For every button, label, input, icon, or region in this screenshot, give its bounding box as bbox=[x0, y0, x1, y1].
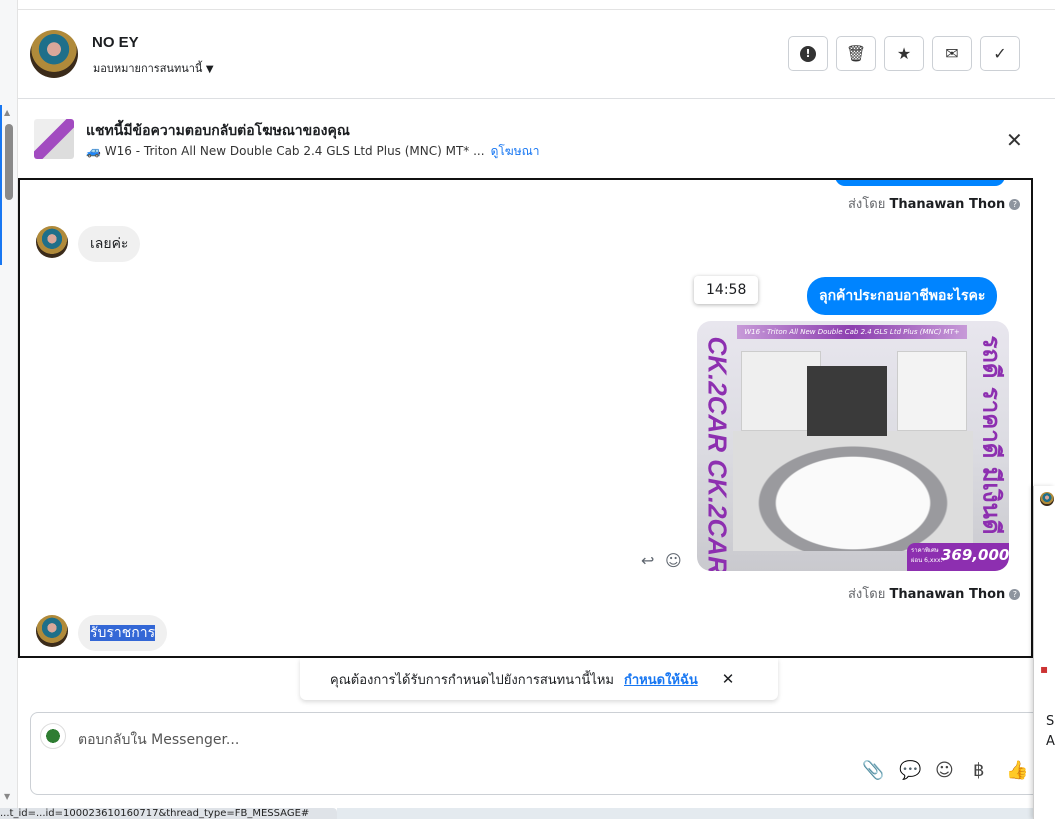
assign-dropdown[interactable]: มอบหมายการสนทนานี้ ▼ bbox=[93, 59, 214, 77]
emoji-icon[interactable]: ☺ bbox=[935, 760, 954, 781]
check-icon: ✓ bbox=[993, 44, 1007, 63]
avatar bbox=[36, 615, 68, 647]
sent-by: ส่งโดย Thanawan Thon ? bbox=[848, 583, 1021, 604]
reply-composer[interactable] bbox=[30, 712, 1040, 795]
car-photo bbox=[897, 351, 967, 431]
ad-thumbnail[interactable] bbox=[34, 119, 74, 159]
app-icon: ▪ bbox=[1040, 662, 1049, 676]
price-tag: ราคาพิเศษ ผ่อน 6,xxx.- 369,000.- bbox=[907, 543, 1009, 571]
image-slogan: รถดี ราคาดี มีเงินดี bbox=[977, 335, 1006, 535]
message-bubble-out bbox=[835, 180, 1005, 186]
image-brand: CK.2CAR CK.2CAR bbox=[702, 336, 733, 572]
page-avatar bbox=[40, 723, 66, 749]
trash-icon: 🗑 bbox=[845, 44, 867, 63]
ad-name: W16 - Triton All New Double Cab 2.4 GLS … bbox=[104, 144, 485, 158]
message-bubble-in: เลยค่ะ bbox=[78, 226, 141, 262]
truncated-text: S bbox=[1046, 714, 1055, 729]
image-banner: W16 - Triton All New Double Cab 2.4 GLS … bbox=[737, 325, 967, 339]
car-ad-image[interactable]: W16 - Triton All New Double Cab 2.4 GLS … bbox=[697, 321, 1009, 571]
star-button[interactable]: ★ bbox=[884, 36, 924, 71]
divider bbox=[18, 9, 1055, 10]
assign-suggestion: คุณต้องการได้รับการกำหนดไปยังการสนทนานี้… bbox=[300, 658, 778, 700]
status-bar-url: ...t_id=...id=100023610160717&thread_typ… bbox=[0, 808, 337, 819]
scroll-down-icon[interactable]: ▼ bbox=[4, 792, 10, 801]
help-icon[interactable]: ? bbox=[1009, 589, 1021, 600]
assign-to-me-link[interactable]: กำหนดให้ฉัน bbox=[624, 669, 698, 690]
taskbar bbox=[337, 808, 1055, 819]
react-icon[interactable]: ☺ bbox=[665, 551, 682, 570]
truncated-text: A bbox=[1046, 734, 1055, 749]
help-icon[interactable]: ? bbox=[1009, 199, 1021, 210]
attach-icon[interactable]: 📎 bbox=[862, 760, 884, 781]
sent-by: ส่งโดย Thanawan Thon ? bbox=[848, 193, 1021, 214]
car-icon: 🚙 bbox=[86, 144, 101, 158]
message-thread: ส่งโดย Thanawan Thon ? เลยค่ะ 14:58 ลุกค… bbox=[18, 178, 1033, 658]
message-bubble-in: รับราชการ bbox=[78, 615, 168, 651]
alert-icon: ! bbox=[800, 45, 816, 62]
saved-replies-icon[interactable]: 💬 bbox=[899, 760, 921, 781]
ad-subtitle: 🚙 W16 - Triton All New Double Cab 2.4 GL… bbox=[86, 142, 540, 161]
message-bubble-out: ลุกค้าประกอบอาชีพอะไรคะ bbox=[807, 277, 998, 315]
selected-text: รับราชการ bbox=[90, 625, 156, 641]
car-photo bbox=[807, 366, 887, 436]
mail-icon: ✉ bbox=[945, 44, 959, 63]
contact-name[interactable]: NO EY bbox=[92, 34, 139, 51]
reply-icon[interactable]: ↩ bbox=[641, 551, 654, 570]
left-scrollbar[interactable]: ▲ ▼ bbox=[0, 0, 18, 808]
mark-spam-button[interactable]: ! bbox=[788, 36, 828, 71]
close-icon[interactable]: ✕ bbox=[722, 670, 735, 688]
mark-unread-button[interactable]: ✉ bbox=[932, 36, 972, 71]
scrollbar-thumb[interactable] bbox=[5, 124, 13, 200]
avatar[interactable] bbox=[30, 30, 78, 78]
car-photo bbox=[733, 431, 973, 551]
close-icon[interactable]: ✕ bbox=[1006, 128, 1023, 152]
avatar bbox=[36, 226, 68, 258]
divider bbox=[18, 98, 1055, 99]
active-indicator bbox=[0, 105, 2, 265]
delete-button[interactable]: 🗑 bbox=[836, 36, 876, 71]
view-ad-link[interactable]: ดูโฆษณา bbox=[491, 144, 540, 158]
caret-down-icon: ▼ bbox=[205, 64, 214, 75]
suggestion-text: คุณต้องการได้รับการกำหนดไปยังการสนทนานี้… bbox=[330, 672, 614, 688]
avatar bbox=[1040, 492, 1054, 506]
payment-icon[interactable]: ฿ bbox=[973, 760, 984, 781]
assign-label: มอบหมายการสนทนานี้ bbox=[93, 62, 203, 75]
reply-input[interactable]: ตอบกลับใน Messenger... bbox=[78, 729, 239, 751]
star-icon: ★ bbox=[896, 44, 912, 63]
timestamp-tooltip: 14:58 bbox=[694, 276, 759, 304]
scroll-up-icon[interactable]: ▲ bbox=[4, 108, 10, 117]
overlapping-window[interactable]: ▪ S A bbox=[1033, 486, 1055, 819]
done-button[interactable]: ✓ bbox=[980, 36, 1020, 71]
ad-title: แชทนี้มีข้อความตอบกลับต่อโฆษณาของคุณ bbox=[86, 123, 350, 139]
thumbs-up-icon[interactable]: 👍 bbox=[1006, 760, 1028, 781]
